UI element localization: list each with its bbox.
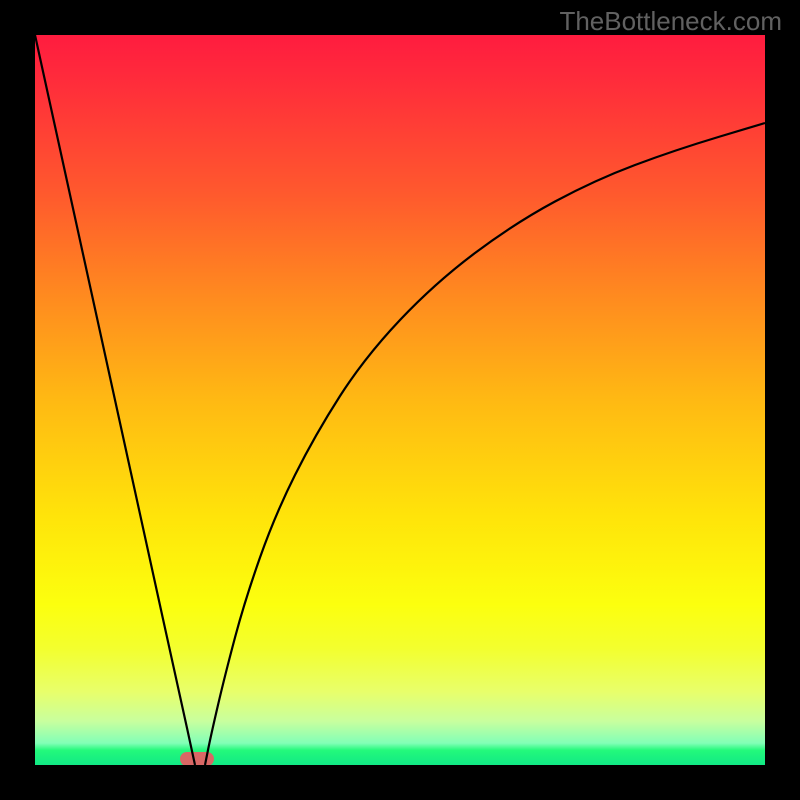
plot-area (35, 35, 765, 765)
bottleneck-curve (35, 35, 765, 765)
watermark-text: TheBottleneck.com (559, 6, 782, 37)
curve-path (35, 35, 765, 765)
chart-frame: TheBottleneck.com (0, 0, 800, 800)
